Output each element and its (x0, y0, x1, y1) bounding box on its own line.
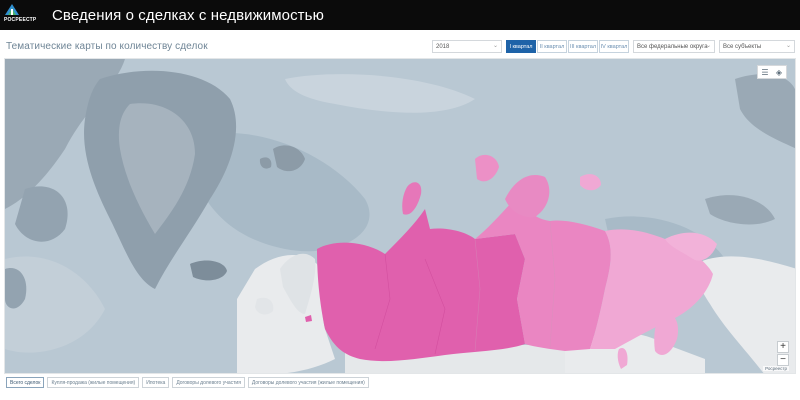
year-select-value: 2018 (436, 43, 450, 50)
tab-shared-construction[interactable]: Договоры долевого участия (172, 377, 245, 388)
quarter-2-button[interactable]: II квартал (537, 40, 567, 53)
quarter-2-label: II квартал (539, 43, 565, 50)
app-header: РОСРЕЕСТР Сведения о сделках с недвижимо… (0, 0, 800, 30)
map-attribution: Росреестр (763, 366, 789, 371)
quarter-4-label: IV квартал (600, 43, 628, 50)
page-title: Тематические карты по количеству сделок (6, 41, 208, 52)
quarter-1-button[interactable]: I квартал (506, 40, 536, 53)
emblem-icon (4, 3, 20, 16)
map-tools: ☰ ◈ (757, 65, 787, 79)
toolbar: Тематические карты по количеству сделок … (0, 37, 800, 57)
tab-mortgage[interactable]: Ипотека (142, 377, 170, 388)
logo-text: РОСРЕЕСТР (4, 17, 37, 23)
chevron-down-icon: ⌄ (785, 43, 791, 49)
chevron-down-icon: ⌄ (705, 43, 711, 49)
subject-select[interactable]: Все субъекты ⌄ (719, 40, 795, 53)
list-icon[interactable]: ☰ (758, 66, 772, 78)
deal-type-tabs: Всего сделок Купля-продажа (жилые помеще… (6, 377, 369, 389)
district-select-value: Все федеральные округа (637, 43, 708, 50)
tab-shared-construction-residential[interactable]: Договоры долевого участия (жилые помещен… (247, 377, 369, 388)
zoom-out-button[interactable]: − (777, 354, 789, 366)
chevron-down-icon: ⌄ (492, 43, 498, 49)
app-title: Сведения о сделках с недвижимостью (52, 6, 324, 24)
quarter-3-button[interactable]: III квартал (568, 40, 598, 53)
quarter-1-label: I квартал (509, 43, 533, 50)
rosreestr-logo[interactable]: РОСРЕЕСТР (2, 0, 42, 30)
map-canvas[interactable]: ☰ ◈ + − Росреестр (4, 58, 796, 374)
map-svg (5, 59, 795, 373)
zoom-controls: + − (777, 341, 789, 367)
tab-all-deals[interactable]: Всего сделок (6, 377, 45, 388)
district-select[interactable]: Все федеральные округа ⌄ (633, 40, 715, 53)
year-select[interactable]: 2018 ⌄ (432, 40, 502, 53)
subject-select-value: Все субъекты (723, 43, 762, 50)
quarter-3-label: III квартал (569, 43, 597, 50)
quarter-4-button[interactable]: IV квартал (599, 40, 629, 53)
zoom-in-button[interactable]: + (777, 341, 789, 353)
layers-icon[interactable]: ◈ (772, 66, 786, 78)
tab-purchase-sale[interactable]: Купля-продажа (жилые помещения) (47, 377, 140, 388)
